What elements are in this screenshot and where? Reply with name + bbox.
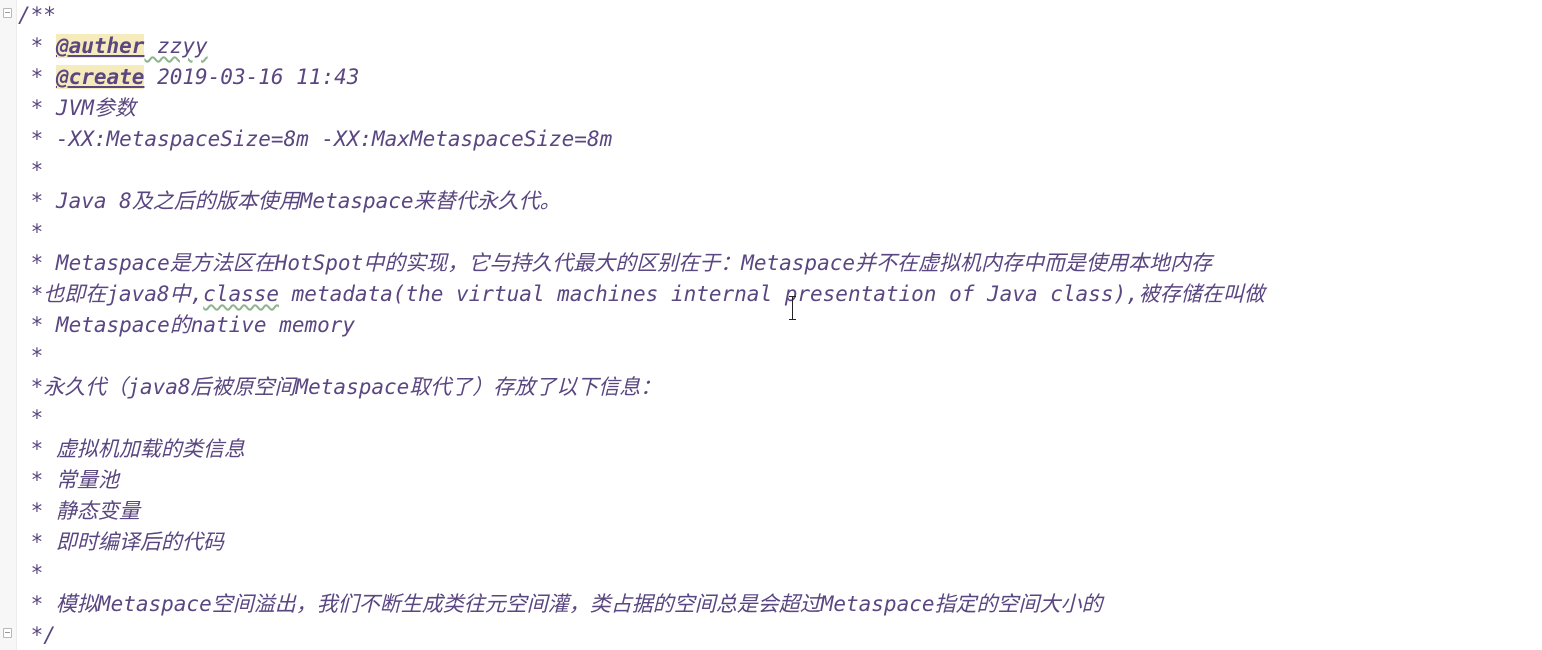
code-line: * -XX:MetaspaceSize=8m -XX:MaxMetaspaceS…	[18, 127, 613, 151]
code-line: */	[18, 623, 56, 647]
code-line: *也即在java8中,classe metadata(the virtual m…	[18, 279, 1265, 310]
code-line: * Metaspace的native memory	[18, 313, 356, 337]
code-line: * JVM参数	[18, 96, 136, 120]
code-line: *	[18, 561, 44, 585]
fold-collapse-icon[interactable]	[3, 628, 12, 638]
comment-prefix: *	[18, 34, 56, 58]
comment-text: metadata(the virtual machines internal p…	[279, 282, 1265, 306]
misspelled-word: classe	[203, 282, 280, 306]
javadoc-tag-create: @create	[55, 65, 145, 89]
code-line: *	[18, 158, 44, 182]
editor-gutter	[0, 0, 17, 650]
code-line: * 即时编译后的代码	[18, 530, 224, 554]
code-line: * 常量池	[18, 468, 119, 492]
code-line: *	[18, 220, 44, 244]
fold-collapse-icon[interactable]	[3, 8, 12, 18]
author-name: zzyy	[144, 34, 208, 58]
code-line: * @create 2019-03-16 11:43	[18, 62, 359, 93]
code-line: * 模拟Metaspace空间溢出，我们不断生成类往元空间灌，类占据的空间总是会…	[18, 592, 1103, 616]
comment-text: *也即在java8中,	[18, 282, 204, 306]
code-line: * Metaspace是方法区在HotSpot中的实现，它与持久代最大的区别在于…	[18, 251, 1213, 275]
text-cursor-icon	[787, 296, 799, 320]
code-line: /**	[18, 3, 56, 27]
code-line: *永久代（java8后被原空间Metaspace取代了）存放了以下信息：	[18, 375, 662, 399]
code-line: * @auther zzyy	[18, 31, 208, 62]
comment-prefix: *	[18, 65, 56, 89]
code-line: *	[18, 344, 44, 368]
code-line: * Java 8及之后的版本使用Metaspace来替代永久代。	[18, 189, 561, 213]
javadoc-tag-auther: @auther	[55, 34, 145, 58]
create-date: 2019-03-16 11:43	[144, 65, 360, 89]
code-line: * 虚拟机加载的类信息	[18, 437, 245, 461]
code-line: * 静态变量	[18, 499, 140, 523]
code-line: *	[18, 406, 44, 430]
code-editor[interactable]: /** * @auther zzyy * @create 2019-03-16 …	[0, 0, 1542, 650]
